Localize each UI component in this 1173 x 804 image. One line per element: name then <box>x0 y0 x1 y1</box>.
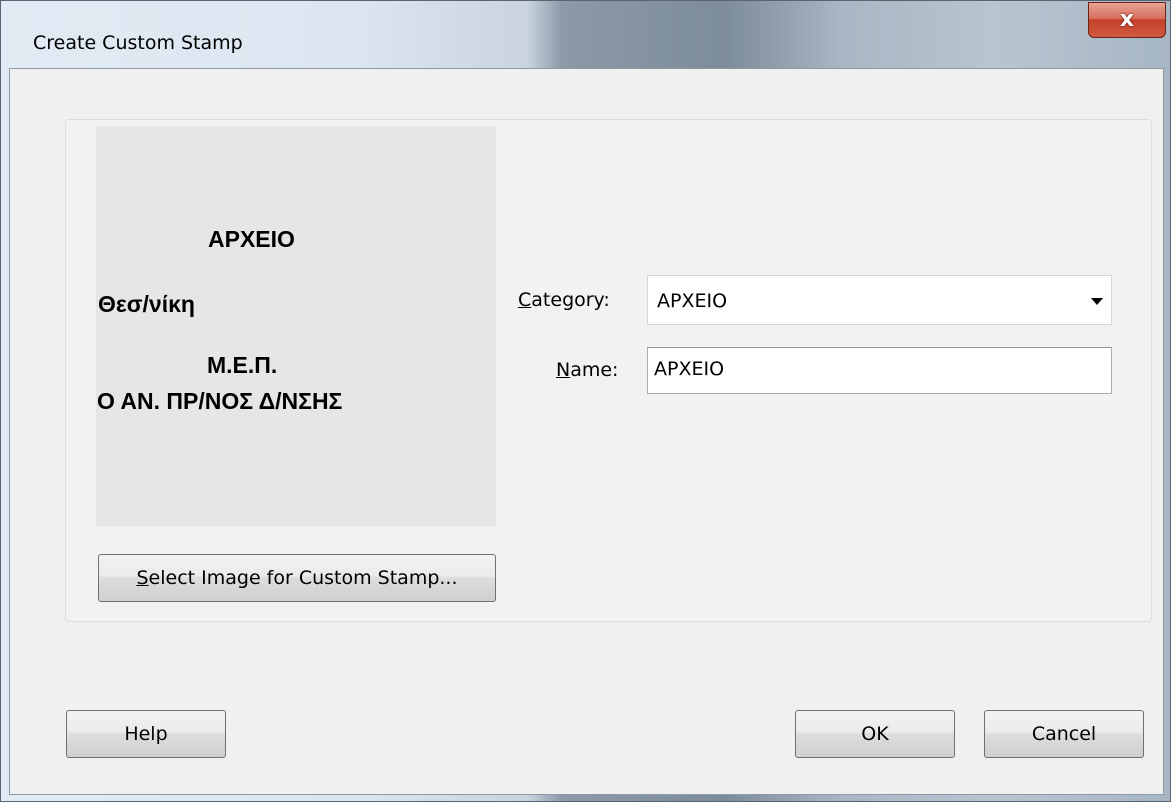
category-label-text: ategory: <box>531 289 610 311</box>
category-dropdown[interactable]: ΑΡΧΕΙΟ <box>647 275 1112 325</box>
dialog-client-area: ΑΡΧΕΙΟ Θεσ/νίκη Μ.Ε.Π. Ο ΑΝ. ΠΡ/ΝΟΣ Δ/ΝΣ… <box>9 68 1164 795</box>
chevron-down-icon[interactable] <box>1091 298 1103 305</box>
select-image-label: elect Image for Custom Stamp... <box>148 567 458 589</box>
dialog-window: Create Custom Stamp x ΑΡΧΕΙΟ Θεσ/νίκη Μ.… <box>0 0 1171 802</box>
name-label: Name: <box>556 359 618 381</box>
cancel-button[interactable]: Cancel <box>984 710 1144 758</box>
category-label: Category: <box>518 289 610 311</box>
select-image-accel: S <box>136 567 149 589</box>
title-bar[interactable]: Create Custom Stamp x <box>1 1 1172 68</box>
stamp-line: Θεσ/νίκη <box>98 291 195 317</box>
stamp-preview: ΑΡΧΕΙΟ Θεσ/νίκη Μ.Ε.Π. Ο ΑΝ. ΠΡ/ΝΟΣ Δ/ΝΣ… <box>96 126 496 526</box>
stamp-line: Ο ΑΝ. ΠΡ/ΝΟΣ Δ/ΝΣΗΣ <box>97 388 343 414</box>
close-icon: x <box>1119 7 1135 32</box>
stamp-line: ΑΡΧΕΙΟ <box>208 226 295 252</box>
category-value: ΑΡΧΕΙΟ <box>657 290 728 312</box>
name-field[interactable] <box>654 356 1094 382</box>
name-field-box[interactable] <box>647 347 1112 394</box>
name-label-text: ame: <box>570 359 619 381</box>
ok-button[interactable]: OK <box>795 710 955 758</box>
help-button[interactable]: Help <box>66 710 226 758</box>
category-label-accel: C <box>518 289 532 311</box>
select-image-button[interactable]: Select Image for Custom Stamp... <box>98 554 496 602</box>
name-label-accel: N <box>556 359 571 381</box>
dialog-title: Create Custom Stamp <box>33 32 243 54</box>
close-button[interactable]: x <box>1088 2 1166 38</box>
stamp-line: Μ.Ε.Π. <box>207 352 278 378</box>
